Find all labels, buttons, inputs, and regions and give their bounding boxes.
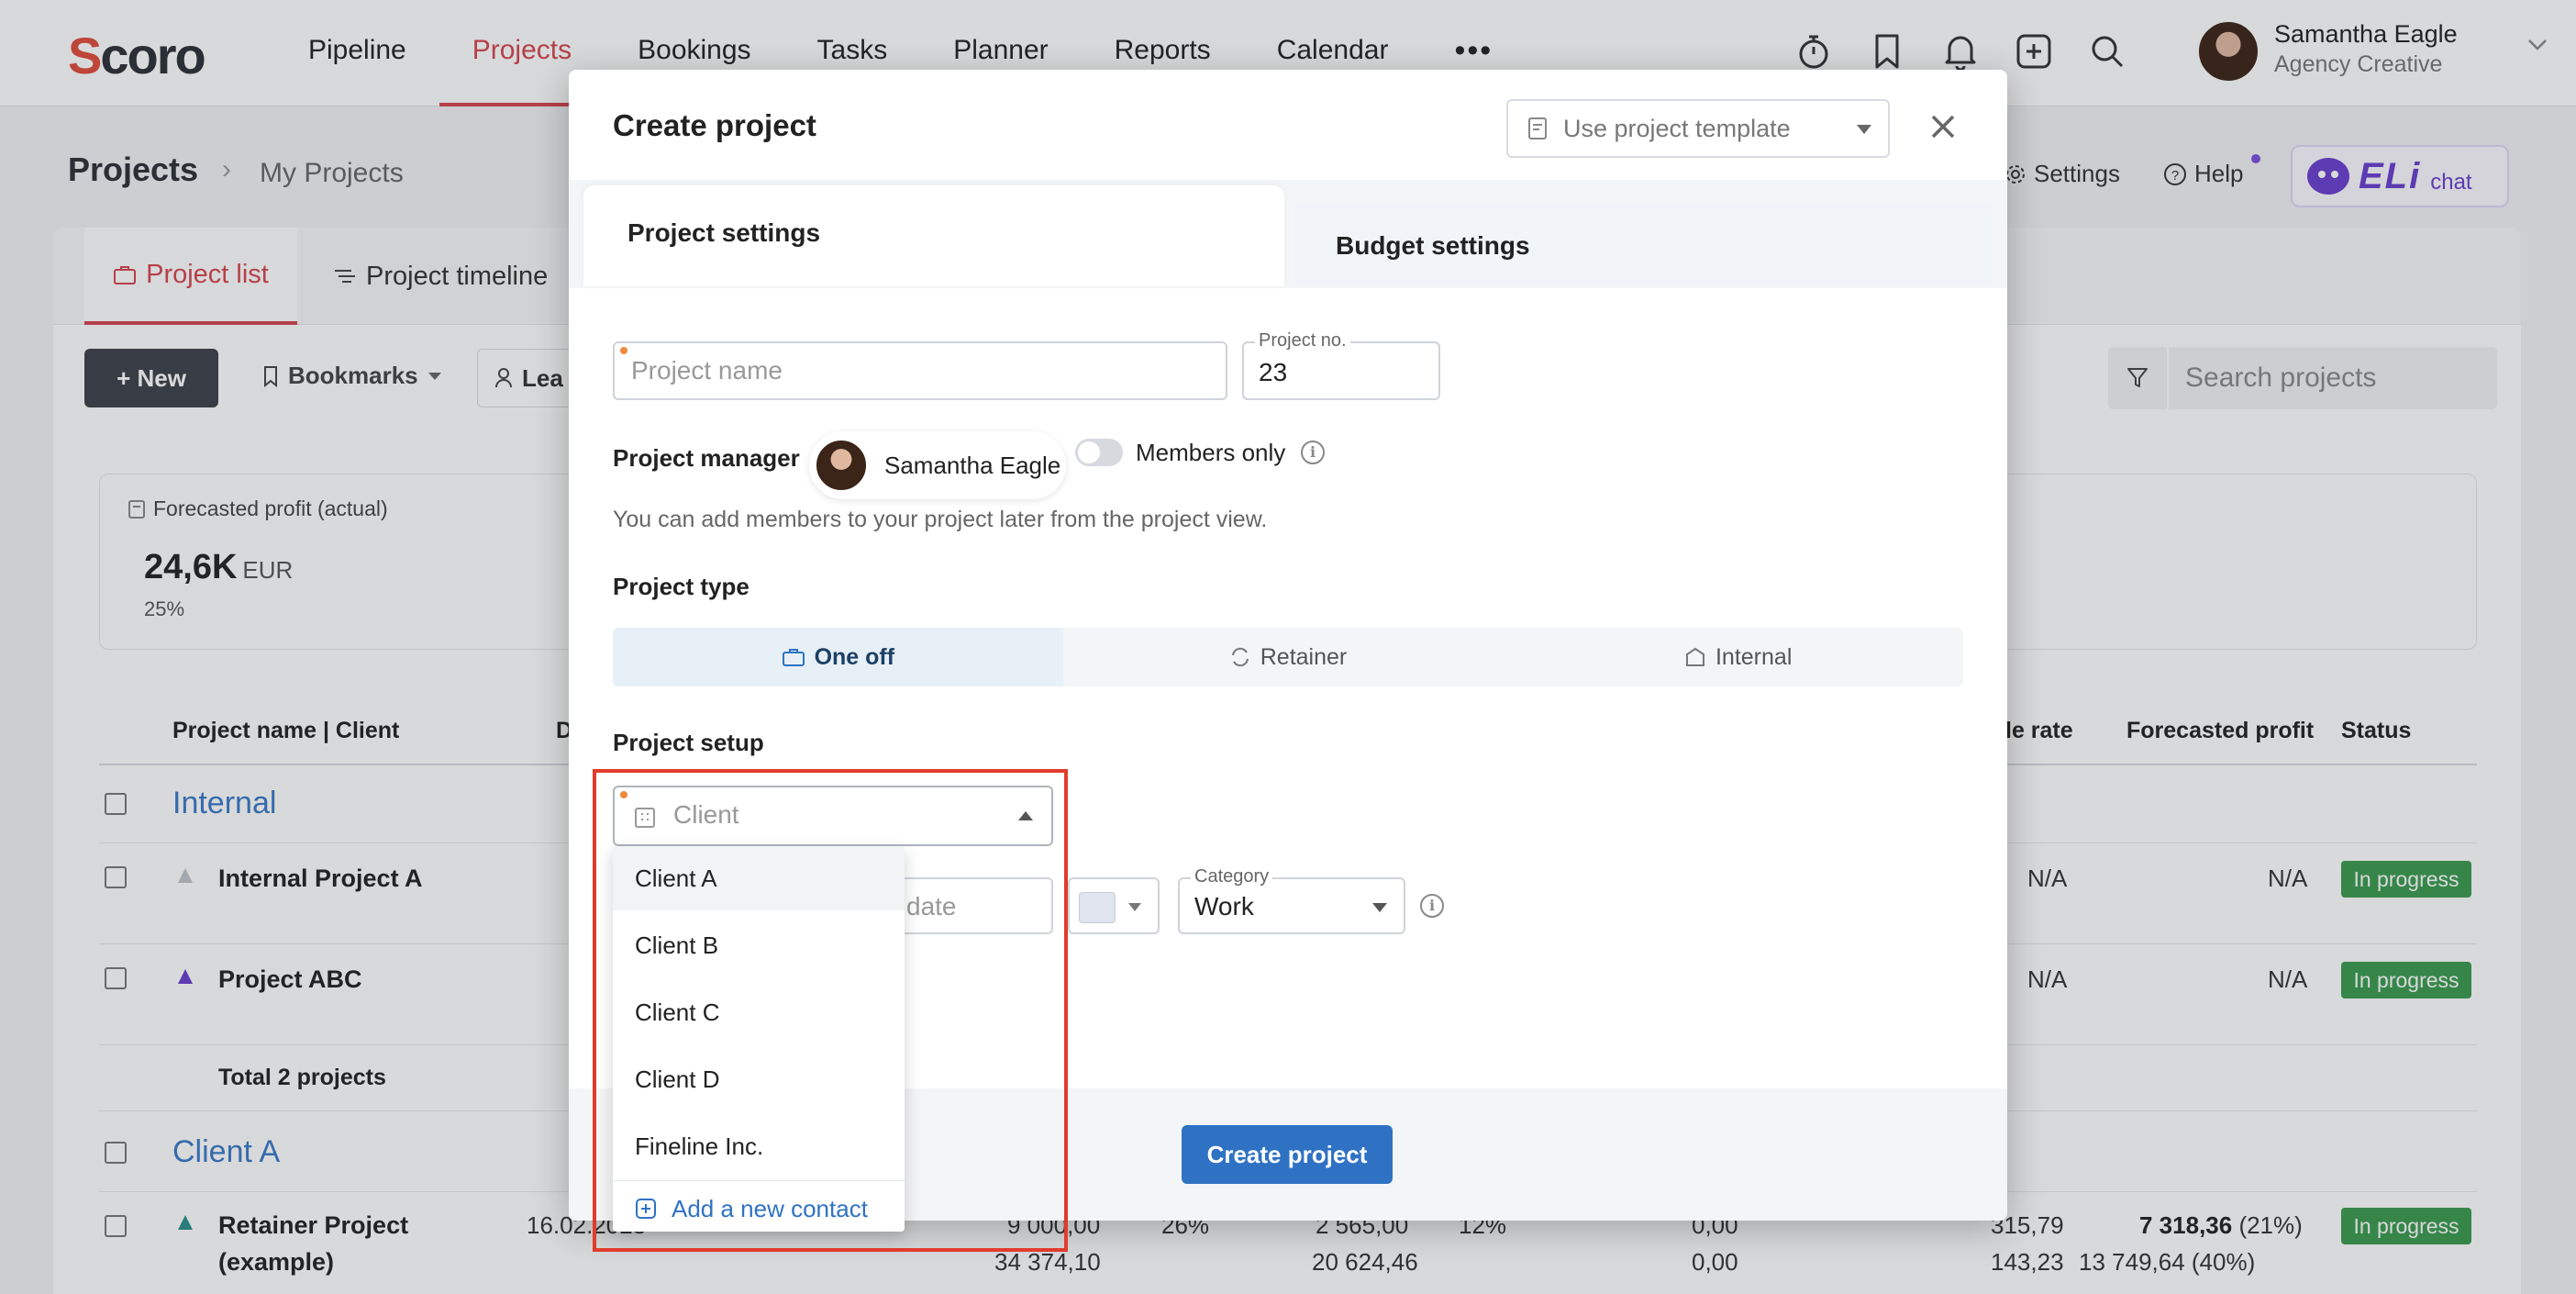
caret-down-icon xyxy=(1372,903,1387,912)
project-type-segmented: One off Retainer Internal xyxy=(613,628,1963,686)
project-type-label: Project type xyxy=(613,573,749,600)
template-icon xyxy=(1528,117,1547,139)
annotation-highlight-box xyxy=(593,769,1068,1252)
color-picker[interactable] xyxy=(1068,877,1160,934)
required-indicator xyxy=(620,347,627,354)
caret-down-icon xyxy=(1857,125,1871,134)
members-only-label: Members only xyxy=(1136,439,1286,466)
info-icon[interactable]: i xyxy=(1301,441,1325,464)
info-icon[interactable]: i xyxy=(1420,894,1444,918)
project-name-input[interactable]: Project name xyxy=(613,341,1227,400)
type-internal[interactable]: Internal xyxy=(1513,628,1963,686)
type-retainer[interactable]: Retainer xyxy=(1063,628,1514,686)
project-manager-label: Project manager xyxy=(613,444,800,472)
modal-title: Create project xyxy=(613,108,816,142)
briefcase-icon xyxy=(782,649,805,666)
caret-down-icon xyxy=(1128,903,1141,911)
type-one-off[interactable]: One off xyxy=(613,628,1063,686)
close-icon[interactable] xyxy=(1925,108,1961,145)
color-swatch xyxy=(1079,892,1116,923)
retainer-icon xyxy=(1231,647,1249,667)
tab-project-settings[interactable]: Project settings xyxy=(583,185,1284,286)
project-setup-label: Project setup xyxy=(613,729,764,756)
project-manager-select[interactable]: Samantha Eagle xyxy=(809,431,1066,499)
project-template-select[interactable]: Use project template xyxy=(1506,99,1890,158)
project-number-input[interactable]: Project no. 23 xyxy=(1242,330,1440,400)
members-only-toggle[interactable] xyxy=(1075,439,1123,466)
category-select[interactable]: Category Work xyxy=(1178,866,1405,934)
create-project-button[interactable]: Create project xyxy=(1182,1125,1393,1184)
members-hint: You can add members to your project late… xyxy=(613,507,1268,532)
internal-icon xyxy=(1685,647,1704,666)
manager-avatar xyxy=(815,439,868,492)
tab-budget-settings[interactable]: Budget settings xyxy=(1294,202,1993,286)
